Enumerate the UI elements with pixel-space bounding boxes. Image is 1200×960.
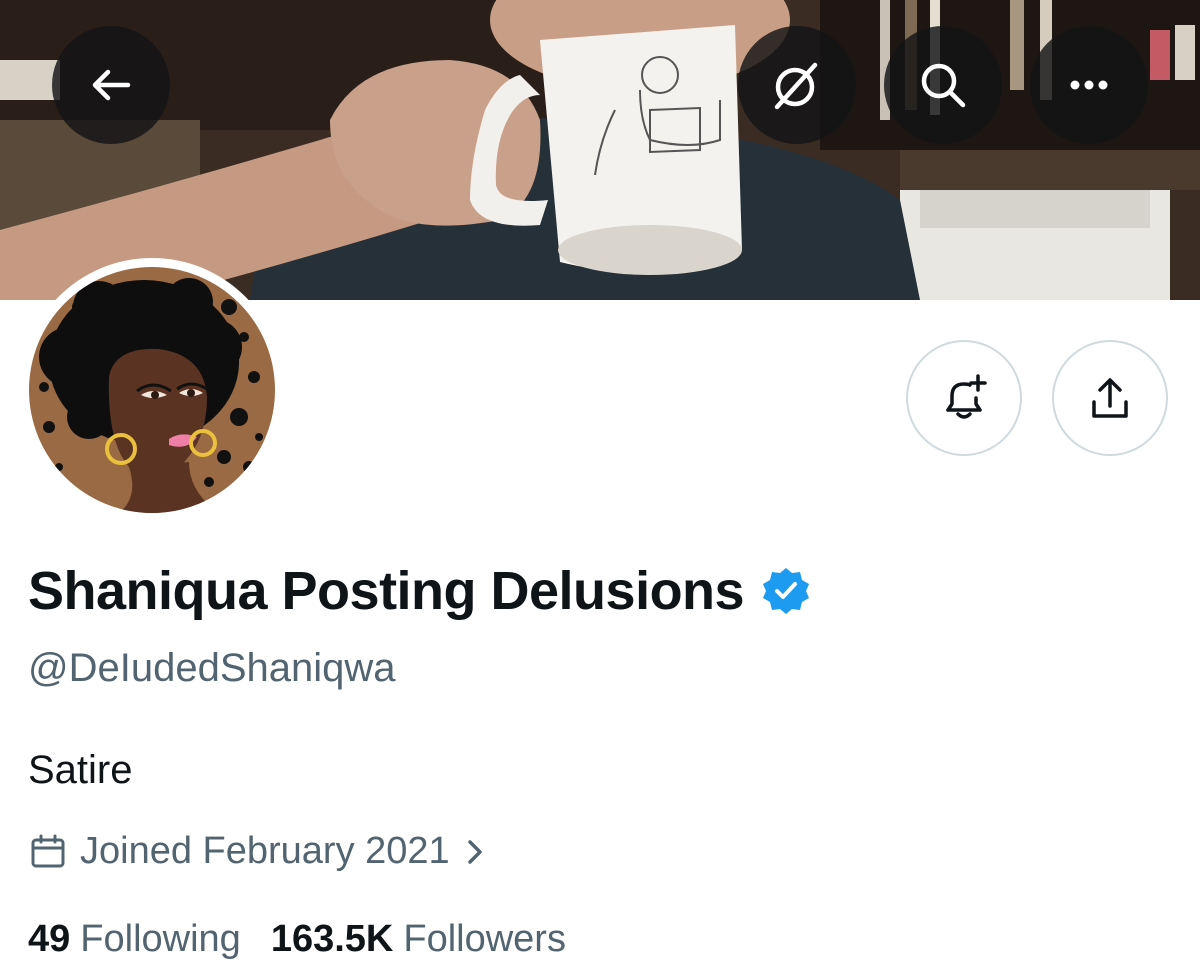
- notify-button[interactable]: [906, 340, 1022, 456]
- profile-handle: @DeIudedShaniqwa: [28, 646, 396, 690]
- banner-photo: [0, 0, 1200, 300]
- avatar[interactable]: [20, 258, 284, 522]
- following-count: 49: [28, 918, 71, 960]
- display-name: Shaniqua Posting Delusions: [28, 561, 745, 621]
- following-label: Following: [80, 918, 241, 960]
- arrow-left-icon: [92, 69, 131, 101]
- share-button[interactable]: [1052, 340, 1168, 456]
- display-name-row: Shaniqua Posting Delusions: [28, 560, 812, 622]
- profile-bio: Satire: [28, 748, 133, 792]
- profile-banner[interactable]: [0, 0, 1200, 300]
- back-button[interactable]: [52, 26, 170, 144]
- more-button[interactable]: [1030, 26, 1148, 144]
- search-button[interactable]: [884, 26, 1002, 144]
- joined-row[interactable]: Joined February 2021: [28, 830, 490, 873]
- avatar-image: [29, 267, 275, 513]
- verified-badge-icon[interactable]: [760, 565, 812, 617]
- joined-date: Joined February 2021: [80, 830, 450, 872]
- followers-label: Followers: [403, 918, 566, 960]
- share-icon: [1092, 378, 1128, 418]
- follow-stats: 49 Following 163.5K Followers: [28, 918, 566, 960]
- grok-icon: [774, 62, 818, 110]
- following-link[interactable]: 49 Following: [28, 918, 241, 960]
- grok-button[interactable]: [738, 26, 856, 144]
- more-icon: [1070, 80, 1108, 90]
- profile-screen: Shaniqua Posting Delusions @DeIudedShani…: [0, 0, 1200, 960]
- bell-plus-icon: [946, 374, 987, 419]
- calendar-icon: [31, 834, 65, 867]
- search-icon: [921, 63, 966, 108]
- followers-count: 163.5K: [270, 918, 394, 960]
- followers-link[interactable]: 163.5K Followers: [271, 918, 566, 960]
- chevron-right-icon: [467, 839, 482, 864]
